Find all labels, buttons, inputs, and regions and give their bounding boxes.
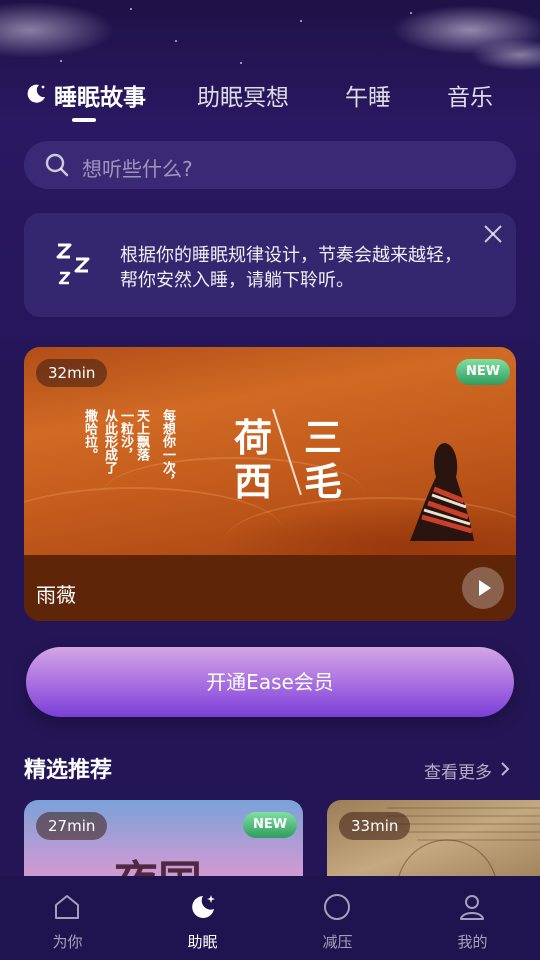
sleep-tip-card: 根据你的睡眠规律设计，节奏会越来越轻，帮你安然入睡，请躺下聆听。 xyxy=(24,213,516,317)
tab-sleep-stories[interactable]: 睡眠故事 xyxy=(54,78,146,112)
moon-star-icon xyxy=(192,895,215,918)
circle-icon xyxy=(324,894,350,920)
profile-icon xyxy=(460,895,484,920)
poem-line: 一粒沙， xyxy=(118,409,133,461)
sleep-tip-text: 根据你的睡眠规律设计，节奏会越来越轻，帮你安然入睡，请躺下聆听。 xyxy=(120,245,462,291)
duration-badge: 33min xyxy=(339,812,411,840)
tab-meditation[interactable]: 助眠冥想 xyxy=(197,78,289,112)
nav-label: 减压 xyxy=(322,933,353,951)
search-placeholder: 想听些什么? xyxy=(82,157,193,181)
nav-item-for-you[interactable]: 为你 xyxy=(0,876,135,960)
new-badge: NEW xyxy=(243,812,298,838)
zzz-icon xyxy=(56,243,90,285)
featured-footer xyxy=(24,555,516,621)
nav-item-sleep[interactable]: 助眠 xyxy=(135,876,270,960)
poem-line: 撒哈拉。 xyxy=(82,409,97,461)
close-icon[interactable] xyxy=(482,223,504,245)
featured-title: 雨薇 xyxy=(36,583,76,607)
nav-label: 助眠 xyxy=(187,933,218,951)
poem-line: 每想你一次， xyxy=(160,409,175,487)
see-more-link[interactable]: 查看更多 xyxy=(424,758,492,783)
nav-item-relax[interactable]: 减压 xyxy=(270,876,405,960)
tab-nap[interactable]: 午睡 xyxy=(345,78,391,112)
new-badge: NEW xyxy=(456,359,511,385)
active-tab-indicator xyxy=(72,118,96,122)
nav-label: 我的 xyxy=(457,933,488,951)
tab-music[interactable]: 音乐 xyxy=(447,78,493,112)
section-title: 精选推荐 xyxy=(24,758,113,783)
featured-story-card[interactable]: 32min NEW 每想你一次， 天上飘落 一粒沙， 从此形成了 撒哈拉。 荷 … xyxy=(24,347,516,621)
desert-figure-illustration xyxy=(410,443,474,541)
category-tabs: 睡眠故事 助眠冥想 午睡 音乐 xyxy=(0,78,540,118)
book-title-char: 毛 xyxy=(304,459,343,504)
chevron-right-icon[interactable] xyxy=(498,761,512,777)
subscribe-membership-button[interactable]: 开通Ease会员 xyxy=(26,647,514,717)
bottom-navigation: 为你 助眠 减压 我的 xyxy=(0,876,540,960)
poem-line: 天上飘落 xyxy=(134,409,149,461)
nav-label: 为你 xyxy=(52,933,83,951)
book-title-char: 西 xyxy=(234,459,273,504)
nav-item-profile[interactable]: 我的 xyxy=(405,876,540,960)
play-button[interactable] xyxy=(462,567,504,609)
duration-badge: 32min xyxy=(36,359,108,387)
search-input[interactable]: 想听些什么? xyxy=(24,141,516,189)
home-icon xyxy=(55,895,79,919)
play-icon xyxy=(479,580,491,596)
search-icon xyxy=(45,153,69,177)
duration-badge: 27min xyxy=(36,812,108,840)
poem-line: 从此形成了 xyxy=(102,409,117,474)
